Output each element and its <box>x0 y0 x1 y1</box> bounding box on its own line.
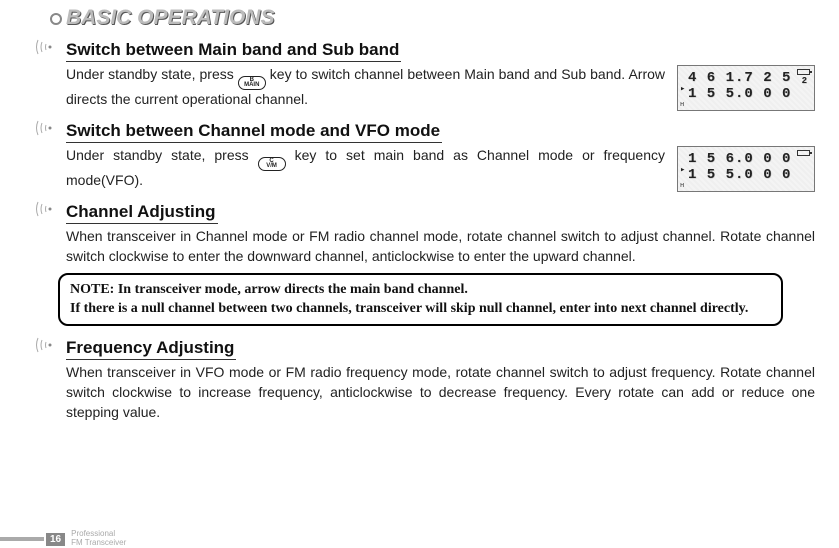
body-text: Under standby state, press C V/M key to … <box>66 146 665 191</box>
lcd-small-indicator: н <box>680 101 685 109</box>
page-footer: 16 Professional FM Transceiver <box>0 530 126 548</box>
lcd-freq-main: 1 5 6.0 0 0 <box>688 151 791 167</box>
section-frequency-adjusting: Frequency Adjusting When transceiver in … <box>24 334 815 423</box>
lcd-freq-sub: 1 5 5.0 0 0 <box>688 167 808 183</box>
section-switch-band: Switch between Main band and Sub band Un… <box>24 36 815 111</box>
section-switch-mode: Switch between Channel mode and VFO mode… <box>24 117 815 192</box>
lcd-freq-sub: 1 5 5.0 0 0 <box>688 86 808 102</box>
section-heading: Frequency Adjusting <box>66 338 236 360</box>
key-bottom-label: V/M <box>266 164 277 169</box>
body-text: When transceiver in VFO mode or FM radio… <box>66 363 815 423</box>
signal-icon <box>34 336 60 354</box>
section-heading: Switch between Channel mode and VFO mode <box>66 121 442 143</box>
note-line-1: NOTE: In transceiver mode, arrow directs… <box>70 282 468 297</box>
lcd-display-2: 1 5 6.0 0 0 ▸ 1 5 5.0 0 0 н <box>677 146 815 192</box>
section-heading: Switch between Main band and Sub band <box>66 40 401 62</box>
footer-bar <box>0 537 44 541</box>
section-heading: Channel Adjusting <box>66 202 218 224</box>
signal-icon <box>34 119 60 137</box>
arrow-icon: ▸ <box>680 165 686 175</box>
text-fragment: Under standby state, press <box>66 66 238 82</box>
key-b-main: B MAIN <box>238 76 266 90</box>
chapter-title: BASIC OPERATIONS <box>24 6 815 30</box>
footer-line2: FM Transceiver <box>71 539 126 548</box>
text-fragment: Under standby state, press <box>66 147 258 163</box>
battery-icon <box>797 69 810 75</box>
body-text: Under standby state, press B MAIN key to… <box>66 65 665 110</box>
footer-label: Professional FM Transceiver <box>71 530 126 548</box>
lcd-small-indicator: н <box>680 182 685 190</box>
page-number: 16 <box>46 533 65 546</box>
section-channel-adjusting: Channel Adjusting When transceiver in Ch… <box>24 198 815 267</box>
note-line-2: If there is a null channel between two c… <box>70 301 748 316</box>
signal-icon <box>34 200 60 218</box>
body-text: When transceiver in Channel mode or FM r… <box>66 227 815 267</box>
key-bottom-label: MAIN <box>244 83 259 88</box>
key-c-vm: C V/M <box>258 157 286 171</box>
lcd-channel-no: 2 <box>802 76 808 86</box>
signal-icon <box>34 38 60 56</box>
lcd-display-1: 4 6 1.7 2 5 2 ▸ 1 5 5.0 0 0 н <box>677 65 815 111</box>
battery-icon <box>797 150 810 156</box>
lcd-freq-main: 4 6 1.7 2 5 <box>688 70 791 86</box>
note-box: NOTE: In transceiver mode, arrow directs… <box>58 273 783 326</box>
arrow-icon: ▸ <box>680 84 686 94</box>
